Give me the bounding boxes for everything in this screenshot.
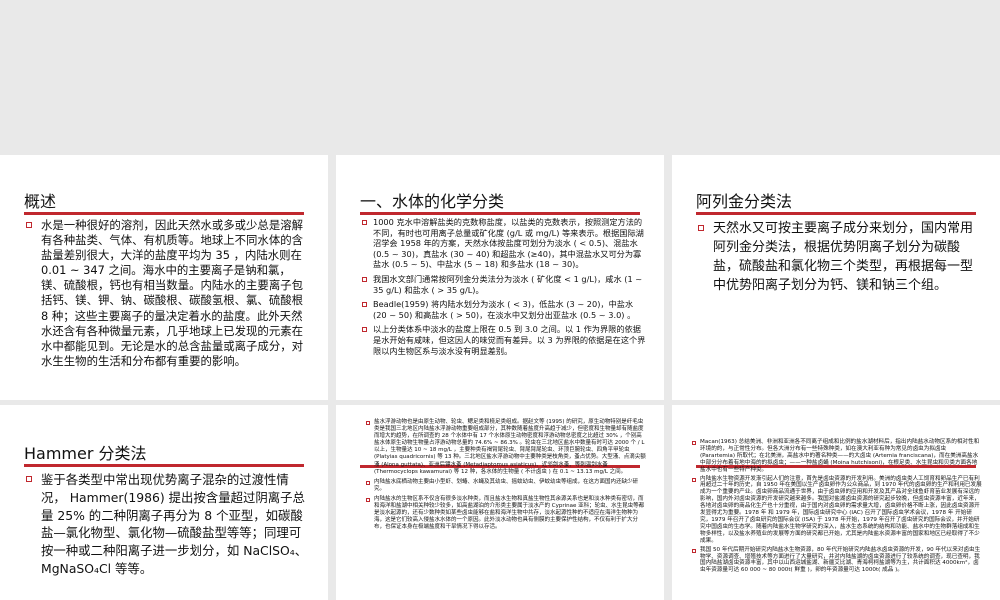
slide-body: 盐水浮游动物也是由原生动物、轮虫、鳃足类和桡足类组成。据赵文等 (1995) 的… [366, 419, 646, 531]
slide-chemical-classification[interactable]: 一、水体的化学分类 1000 克水中溶解盐类的克数称盐度，以盐类的克数表示，按照… [336, 155, 664, 400]
bullet-square-icon [692, 548, 696, 553]
title-underline [24, 464, 304, 467]
slide-body: Macan(1963) 总结美洲、非洲和亚洲各不同离子组成和比例的盐水湖材料后，… [692, 439, 982, 574]
bullet-paragraph: 天然水又可按主要离子成分来划分，国内常用阿列金分类法，根据优势阴离子划分为碳酸盐… [698, 219, 982, 295]
bullet-square-icon [698, 225, 704, 231]
slide-hammer-classification[interactable]: Hammer 分类法 鉴于各类型中常出现优势离子混杂的过渡性情况， Hammer… [0, 405, 328, 600]
slide-title: 一、水体的化学分类 [360, 192, 505, 211]
bullet-square-icon [362, 302, 367, 308]
slide-saltwater-fauna[interactable]: 盐水浮游动物也是由原生动物、轮虫、鳃足类和桡足类组成。据赵文等 (1995) 的… [336, 405, 664, 600]
bullet-paragraph: 1000 克水中溶解盐类的克数称盐度，以盐类的克数表示，按照测定方法的不同，有时… [362, 217, 647, 270]
title-underline [696, 212, 976, 215]
slide-saltwater-resources[interactable]: Macan(1963) 总结美洲、非洲和亚洲各不同离子组成和比例的盐水湖材料后，… [672, 405, 1000, 600]
bullet-square-icon [692, 477, 696, 482]
bullet-square-icon [366, 497, 370, 502]
bullet-paragraph: 盐水浮游动物也是由原生动物、轮虫、鳃足类和桡足类组成。据赵文等 (1995) 的… [366, 419, 646, 476]
slide-title: Hammer 分类法 [24, 444, 147, 463]
bullet-paragraph: 我国水文部门通常按阿列金分类法分为淡水 ( 矿化度 < 1 g/L)，咸水 (1… [362, 274, 647, 295]
bullet-paragraph: 以上分类体系中淡水的盐度上限在 0.5 到 3.0 之间。以 1 作为界限的依据… [362, 324, 647, 356]
bullet-paragraph: 水是一种很好的溶剂，因此天然水或多或少总是溶解有各种盐类、气体、有机质等。地球上… [26, 218, 306, 369]
bullet-paragraph: Beadle(1959) 将内陆水划分为淡水 ( < 3)，低盐水 (3 ~ 2… [362, 299, 647, 320]
bullet-square-icon [362, 220, 367, 225]
slide-overview[interactable]: 概述 水是一种很好的溶剂，因此天然水或多或少总是溶解有各种盐类、气体、有机质等。… [0, 155, 328, 400]
bullet-square-icon [362, 327, 367, 333]
bullet-paragraph: 内陆盐水底栖动物主要由小型虾、划蝽、水蝇及其幼虫、摇蚊幼虫、伊蚊幼虫等组成，在这… [366, 479, 646, 493]
bullet-square-icon [362, 276, 367, 282]
title-underline [24, 212, 304, 215]
bullet-square-icon [692, 441, 696, 445]
bullet-paragraph: 内陆盐水生物资源开发渐引起人们的注意，首先是卤虫资源的开发利用。美洲的卤虫类人工… [692, 476, 982, 545]
bullet-square-icon [366, 421, 370, 425]
slide-body: 1000 克水中溶解盐类的克数称盐度，以盐类的克数表示，按照测定方法的不同，有时… [362, 217, 647, 356]
bullet-paragraph: 鉴于各类型中常出现优势离子混杂的过渡性情况， Hammer(1986) 提出按含… [26, 471, 311, 578]
bullet-square-icon [26, 476, 32, 482]
bullet-paragraph: Macan(1963) 总结美洲、非洲和亚洲各不同离子组成和比例的盐水湖材料后，… [692, 439, 982, 474]
bullet-square-icon [26, 222, 32, 228]
title-underline [360, 212, 640, 215]
bullet-square-icon [366, 480, 370, 485]
slide-alekin-classification[interactable]: 阿列金分类法 天然水又可按主要离子成分来划分，国内常用阿列金分类法，根据优势阴离… [672, 155, 1000, 400]
bullet-paragraph: 内陆盐水的生物区系不仅含有很多淡水种类，而且盐水生物和真盐生物性其余源关系也是和… [366, 496, 646, 531]
bullet-paragraph: 我国 50 年代后期开始研究内陆盐水生物资源，80 年代开始研究内陆盐水卤虫资源… [692, 547, 982, 575]
slide-title: 阿列金分类法 [696, 192, 793, 211]
slide-title: 概述 [24, 192, 57, 211]
